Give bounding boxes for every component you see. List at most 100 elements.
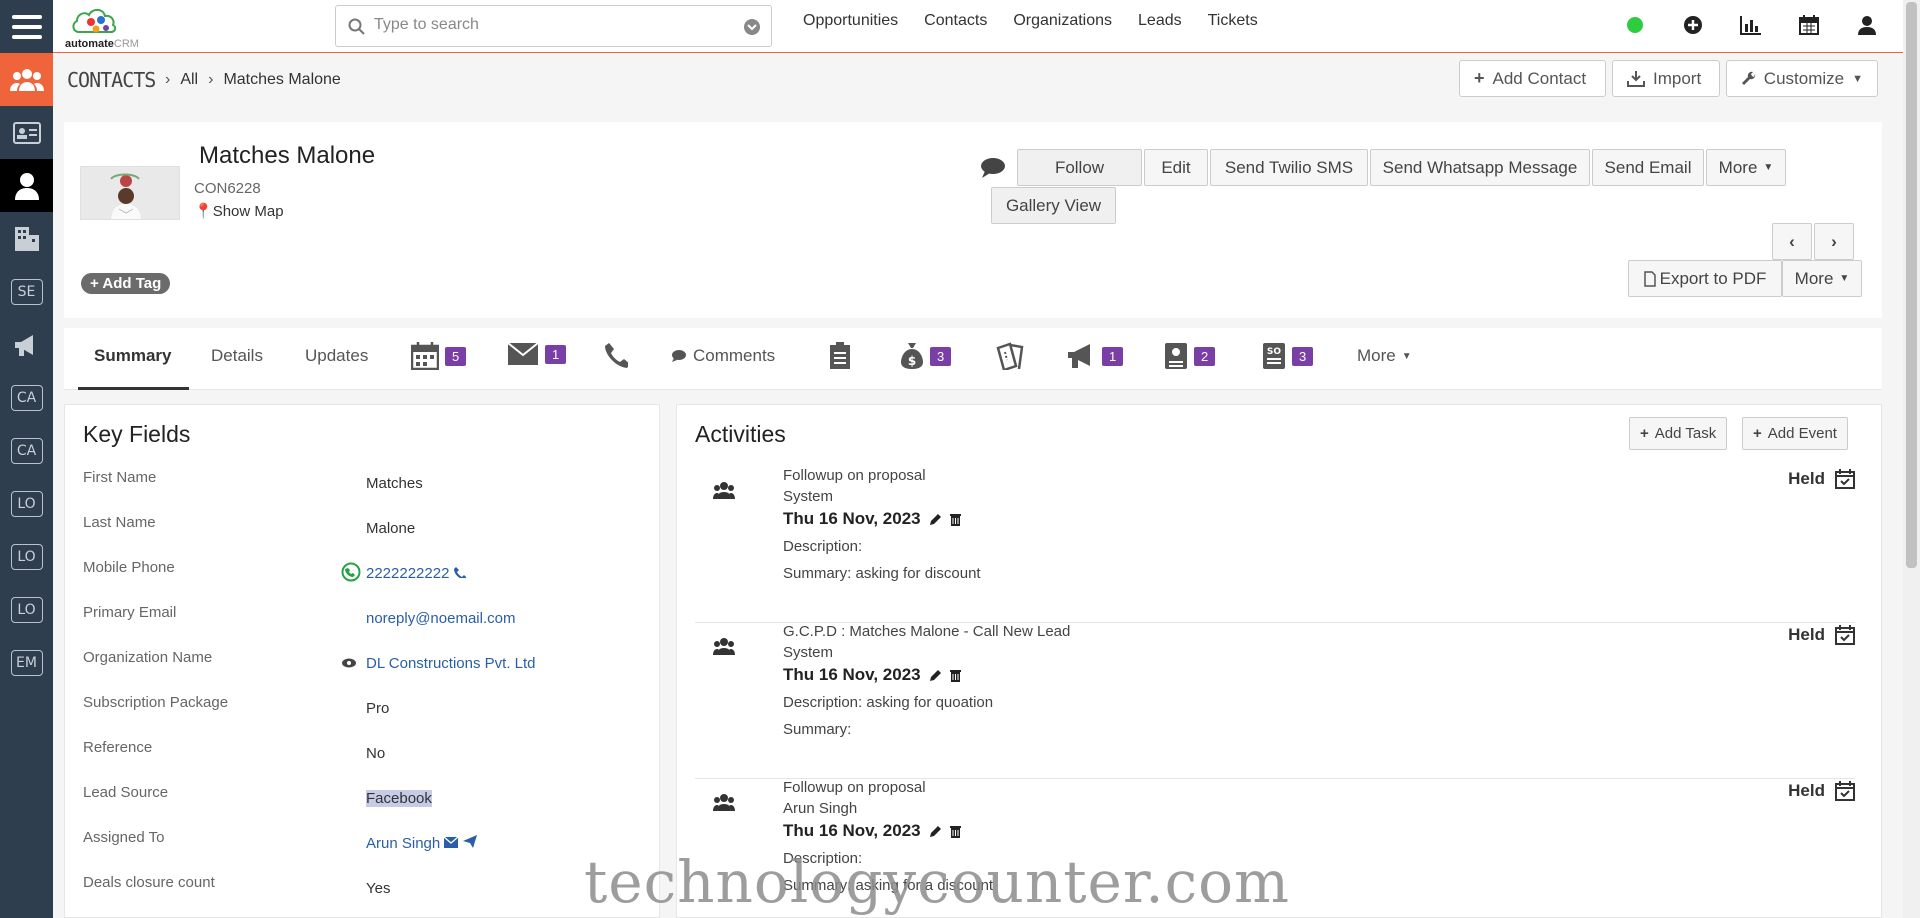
envelope-icon[interactable] xyxy=(443,836,459,848)
tab-calendar[interactable]: 5 xyxy=(411,342,467,370)
paper-plane-icon[interactable] xyxy=(462,835,477,848)
breadcrumb-module[interactable]: CONTACTS xyxy=(67,68,156,92)
breadcrumb-filter[interactable]: All xyxy=(180,71,198,89)
sidebar-item-lo-1[interactable]: LO xyxy=(0,477,53,530)
field-value[interactable]: Facebook xyxy=(366,790,432,807)
tab-sales-orders[interactable]: SO 3 xyxy=(1262,342,1314,370)
field-value[interactable]: DL Constructions Pvt. Ltd xyxy=(366,655,536,672)
import-button[interactable]: Import xyxy=(1612,60,1720,97)
tab-documents[interactable] xyxy=(829,342,851,370)
tab-comments-label: Comments xyxy=(693,346,776,365)
more-actions-button[interactable]: More ▼ xyxy=(1706,149,1786,186)
add-task-button[interactable]: + Add Task xyxy=(1629,417,1728,450)
pencil-edit-icon[interactable] xyxy=(929,513,942,526)
export-pdf-button[interactable]: Export to PDF xyxy=(1628,260,1782,297)
wrench-icon xyxy=(1742,71,1756,85)
megaphone-icon[interactable] xyxy=(0,318,53,371)
add-contact-button[interactable]: + Add Contact xyxy=(1459,60,1606,97)
trash-icon[interactable] xyxy=(949,825,961,838)
add-tag-button[interactable]: + Add Tag xyxy=(81,273,171,294)
hamburger-menu-icon[interactable] xyxy=(0,0,53,53)
sidebar-item-lo-2[interactable]: LO xyxy=(0,530,53,583)
gallery-view-button[interactable]: Gallery View xyxy=(991,187,1116,224)
sidebar-item-ca-2[interactable]: CA xyxy=(0,424,53,477)
contacts-user-icon[interactable] xyxy=(0,159,53,212)
add-circle-icon[interactable] xyxy=(1682,14,1704,36)
online-status-icon xyxy=(1624,14,1646,36)
more-export-button[interactable]: More ▼ xyxy=(1782,260,1862,297)
field-value[interactable]: noreply@noemail.com xyxy=(366,610,515,627)
calendar-check-icon[interactable] xyxy=(1835,469,1855,489)
send-whatsapp-button[interactable]: Send Whatsapp Message xyxy=(1370,149,1590,186)
contact-photo[interactable] xyxy=(80,166,180,220)
sidebar-item-lo-3[interactable]: LO xyxy=(0,583,53,636)
show-map-link[interactable]: 📍Show Map xyxy=(194,202,284,220)
customize-button[interactable]: Customize ▼ xyxy=(1726,60,1878,97)
calendar-check-icon[interactable] xyxy=(1835,625,1855,645)
page-scrollbar[interactable] xyxy=(1903,0,1920,918)
scrollbar-thumb[interactable] xyxy=(1906,2,1917,568)
calendar-icon[interactable] xyxy=(1798,14,1820,36)
tab-summary[interactable]: Summary xyxy=(94,346,171,366)
next-record-button[interactable]: › xyxy=(1814,223,1854,260)
trash-icon[interactable] xyxy=(949,669,961,682)
assigned-to-link[interactable]: Arun Singh xyxy=(366,835,477,852)
eye-icon[interactable] xyxy=(341,657,357,669)
tab-more[interactable]: More ▼ xyxy=(1357,346,1412,366)
calendar-check-icon[interactable] xyxy=(1835,781,1855,801)
tab-calls[interactable] xyxy=(604,342,628,368)
activity-subject[interactable]: Followup on proposal xyxy=(783,779,926,796)
sidebar-item-se[interactable]: SE xyxy=(0,265,53,318)
activity-status-label: Held xyxy=(1788,781,1825,800)
activity-item[interactable]: G.C.P.D : Matches Malone - Call New Lead… xyxy=(695,623,1855,779)
trash-icon[interactable] xyxy=(949,513,961,526)
tab-details[interactable]: Details xyxy=(211,346,263,366)
gallery-view-label: Gallery View xyxy=(1005,195,1102,215)
activity-subject[interactable]: G.C.P.D : Matches Malone - Call New Lead xyxy=(783,623,1070,640)
field-value[interactable]: No xyxy=(366,745,385,762)
phone-icon[interactable] xyxy=(453,566,467,580)
previous-record-button[interactable]: ‹ xyxy=(1772,223,1812,260)
tab-comments[interactable]: Comments xyxy=(671,346,775,366)
search-input[interactable] xyxy=(374,16,714,34)
nav-tickets[interactable]: Tickets xyxy=(1208,12,1258,30)
pencil-edit-icon[interactable] xyxy=(929,825,942,838)
id-card-icon[interactable] xyxy=(0,106,53,159)
tab-updates[interactable]: Updates xyxy=(305,346,368,366)
whatsapp-icon[interactable] xyxy=(341,562,361,582)
mobile-phone-link[interactable]: 2222222222 xyxy=(366,565,467,582)
send-email-button[interactable]: Send Email xyxy=(1592,149,1704,186)
edit-button[interactable]: Edit xyxy=(1144,149,1208,186)
nav-leads[interactable]: Leads xyxy=(1138,12,1182,30)
add-event-button[interactable]: + Add Event xyxy=(1742,417,1848,450)
field-label: Subscription Package xyxy=(83,694,229,711)
follow-button[interactable]: Follow xyxy=(1017,149,1142,186)
team-icon[interactable] xyxy=(0,53,53,106)
tab-quotes[interactable]: 2 xyxy=(1164,342,1216,370)
nav-opportunities[interactable]: Opportunities xyxy=(803,12,898,30)
tab-emails[interactable]: 1 xyxy=(507,342,567,366)
activity-item[interactable]: Followup on proposal System Thu 16 Nov, … xyxy=(695,467,1855,623)
tab-campaigns[interactable]: 1 xyxy=(1066,342,1124,370)
field-value[interactable]: Malone xyxy=(366,520,415,537)
sidebar-item-ca-1[interactable]: CA xyxy=(0,371,53,424)
comment-bubble-icon[interactable] xyxy=(980,157,1006,179)
send-twilio-sms-button[interactable]: Send Twilio SMS xyxy=(1210,149,1368,186)
building-icon[interactable] xyxy=(0,212,53,265)
field-value[interactable]: Pro xyxy=(366,700,389,717)
tab-deals[interactable]: $ 3 xyxy=(900,342,952,370)
user-profile-icon[interactable] xyxy=(1856,14,1878,36)
key-fields-panel: Key Fields First Name Matches Last Name … xyxy=(64,404,660,918)
reports-chart-icon[interactable] xyxy=(1740,14,1762,36)
field-value[interactable]: Yes xyxy=(366,880,390,897)
sidebar-item-em[interactable]: EM xyxy=(0,636,53,689)
tab-tickets[interactable] xyxy=(994,342,1024,370)
pencil-edit-icon[interactable] xyxy=(929,669,942,682)
chevron-down-icon[interactable] xyxy=(743,18,761,36)
nav-contacts[interactable]: Contacts xyxy=(924,12,987,30)
activity-subject[interactable]: Followup on proposal xyxy=(783,467,926,484)
app-logo[interactable]: automateCRM xyxy=(59,2,139,50)
nav-organizations[interactable]: Organizations xyxy=(1013,12,1112,30)
field-value[interactable]: Matches xyxy=(366,475,423,492)
search-box[interactable] xyxy=(335,5,772,47)
